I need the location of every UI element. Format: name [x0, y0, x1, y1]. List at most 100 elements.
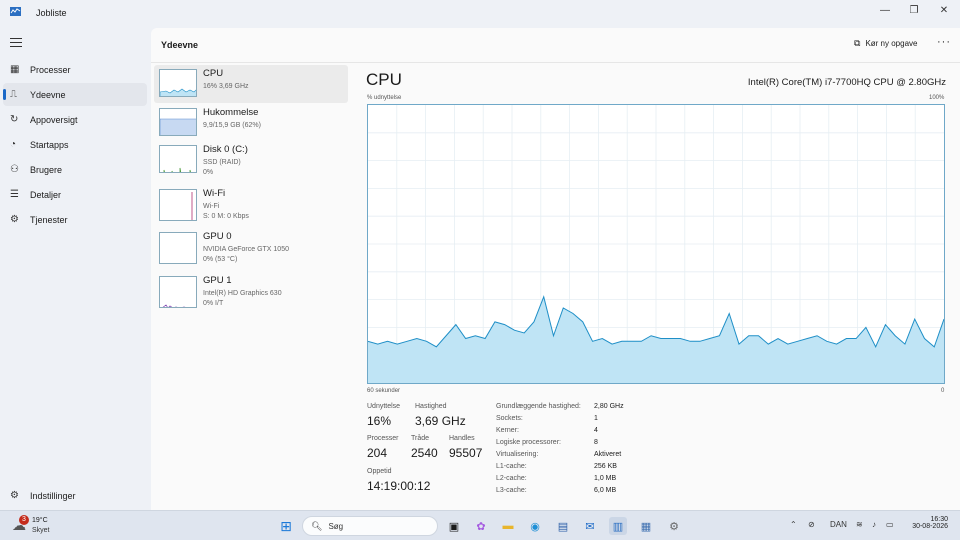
- y-axis-max-label: 100%: [929, 95, 945, 101]
- device-item-gpu1[interactable]: GPU 1 Intel(R) HD Graphics 630 0% I/T: [154, 272, 348, 310]
- spec-value: 256 KB: [594, 463, 617, 470]
- x-axis-right-label: 0: [941, 388, 945, 394]
- task-manager-taskbar-icon[interactable]: ▥: [609, 517, 627, 535]
- file-explorer-icon[interactable]: ▬: [499, 517, 517, 535]
- spec-key: Kerner:: [496, 427, 519, 434]
- sidebar-item-settings[interactable]: ⚙ Indstillinger: [3, 484, 147, 507]
- speed-value: 3,69 GHz: [415, 414, 466, 428]
- device-item-memory[interactable]: Hukommelse 9,9/15,9 GB (62%): [154, 104, 348, 142]
- spec-value: 2,80 GHz: [594, 403, 624, 410]
- volume-icon[interactable]: ♪: [872, 520, 876, 529]
- run-task-icon: ⧉: [854, 38, 861, 48]
- disk-thumbnail-graph: [159, 145, 197, 173]
- memory-thumbnail-graph: [159, 108, 197, 136]
- cpu-graph-svg: [367, 105, 945, 383]
- wifi-thumbnail-graph: [159, 189, 197, 221]
- uptime-label: Oppetid: [367, 468, 392, 475]
- keyboard-language[interactable]: DAN: [830, 520, 847, 529]
- processes-icon: ▦: [10, 64, 20, 75]
- handles-value: 95507: [449, 446, 483, 460]
- performance-icon: ⎍: [10, 89, 17, 100]
- gear-icon: ⚙: [10, 490, 19, 501]
- spec-key: L1-cache:: [496, 463, 527, 470]
- sidebar-item-performance[interactable]: ⎍ Ydeevne: [3, 83, 147, 106]
- sidebar-item-services[interactable]: ⚙ Tjenester: [3, 208, 147, 231]
- spec-key: Grundlæggende hastighed:: [496, 403, 581, 410]
- minimize-button[interactable]: —: [874, 4, 896, 16]
- threads-value: 2540: [411, 446, 438, 460]
- start-button-windows-icon[interactable]: ⊞: [277, 517, 295, 535]
- utilization-value: 16%: [367, 414, 392, 428]
- notifications-off-icon[interactable]: ⊘: [808, 520, 815, 529]
- outlook-icon[interactable]: ✉: [581, 517, 599, 535]
- spec-key: Sockets:: [496, 415, 523, 422]
- cpu-thumbnail-graph: [159, 69, 197, 97]
- taskbar-search-box[interactable]: 🔍︎ Søg: [302, 516, 438, 536]
- copilot-icon[interactable]: ✿: [472, 517, 490, 535]
- spec-value: 1: [594, 415, 598, 422]
- x-axis-left-label: 60 sekunder: [367, 388, 401, 394]
- chevron-up-icon[interactable]: ⌃: [790, 520, 797, 529]
- device-item-disk[interactable]: Disk 0 (C:) SSD (RAID) 0%: [154, 141, 348, 179]
- more-options-button[interactable]: ···: [937, 36, 951, 48]
- title-bar: Jobliste — ❐ ✕: [0, 0, 960, 28]
- startup-icon: ◔: [10, 139, 17, 150]
- spec-key: Virtualisering:: [496, 451, 539, 458]
- sidebar-item-app-history[interactable]: ↻ Appoversigt: [3, 108, 147, 131]
- task-view-icon[interactable]: ▣: [445, 517, 463, 535]
- y-axis-label: % udnyttelse: [367, 95, 402, 101]
- gpu1-thumbnail-graph: [159, 276, 197, 308]
- sidebar-item-processes[interactable]: ▦ Processer: [3, 58, 147, 81]
- header-divider: [151, 62, 960, 63]
- window-title: Jobliste: [36, 8, 67, 18]
- weather-temperature[interactable]: 19°C: [32, 517, 48, 524]
- weather-description[interactable]: Skyet: [32, 527, 50, 534]
- device-item-cpu[interactable]: CPU 16% 3,69 GHz: [154, 65, 348, 103]
- sidebar-item-details[interactable]: ☰ Detaljer: [3, 183, 147, 206]
- taskbar: ☁ 3 19°C Skyet ⊞ 🔍︎ Søg ▣ ✿ ▬ ◉ ▤ ✉ ▥ ▦ …: [0, 510, 960, 540]
- threads-label: Tråde: [411, 435, 430, 442]
- edge-browser-icon[interactable]: ◉: [526, 517, 544, 535]
- cpu-model-name: Intel(R) Core(TM) i7-7700HQ CPU @ 2.80GH…: [747, 77, 946, 88]
- spec-value: 1,0 MB: [594, 475, 617, 482]
- utilization-label: Udnyttelse: [367, 403, 401, 410]
- gpu0-thumbnail-graph: [159, 232, 197, 264]
- speed-label: Hastighed: [415, 403, 447, 410]
- spec-key: L3-cache:: [496, 487, 527, 494]
- spec-value: 4: [594, 427, 598, 434]
- sidebar-item-startup[interactable]: ◔ Startapps: [3, 133, 147, 156]
- maximize-button[interactable]: ❐: [903, 4, 925, 16]
- taskbar-clock[interactable]: 16:30 30-08-2026: [906, 516, 948, 530]
- page-title: Ydeevne: [161, 40, 199, 50]
- spec-key: L2-cache:: [496, 475, 527, 482]
- spec-value: 6,0 MB: [594, 487, 617, 494]
- main-panel: Ydeevne ⧉ Kør ny opgave ··· CPU 16% 3,69…: [151, 28, 960, 510]
- cpu-utilization-graph: [367, 104, 945, 384]
- close-button[interactable]: ✕: [933, 4, 955, 16]
- notification-badge: 3: [19, 515, 29, 525]
- task-manager-logo-icon: [10, 7, 21, 16]
- sidebar: ▦ Processer ⎍ Ydeevne ↻ Appoversigt ◔ St…: [0, 28, 151, 510]
- battery-icon[interactable]: ▭: [886, 520, 894, 529]
- hamburger-menu-icon[interactable]: [10, 38, 22, 48]
- remote-desktop-icon[interactable]: ▦: [637, 517, 655, 535]
- spec-value: Aktiveret: [594, 451, 622, 458]
- search-icon: 🔍︎: [311, 520, 323, 531]
- processes-label: Processer: [367, 435, 399, 442]
- device-item-gpu0[interactable]: GPU 0 NVIDIA GeForce GTX 1050 0% (53 °C): [154, 228, 348, 266]
- wifi-icon[interactable]: ≋: [856, 520, 863, 529]
- run-new-task-button[interactable]: ⧉ Kør ny opgave: [854, 38, 917, 49]
- spec-value: 8: [594, 439, 598, 446]
- app-history-icon: ↻: [10, 114, 19, 125]
- processes-value: 204: [367, 446, 388, 460]
- uptime-value: 14:19:00:12: [367, 479, 431, 493]
- spec-key: Logiske processorer:: [496, 439, 561, 446]
- services-icon: ⚙: [10, 214, 19, 225]
- settings-gear-icon[interactable]: ⚙: [665, 517, 683, 535]
- microsoft-store-icon[interactable]: ▤: [554, 517, 572, 535]
- device-item-wifi[interactable]: Wi-Fi Wi-Fi S: 0 M: 0 Kbps: [154, 185, 348, 223]
- details-icon: ☰: [10, 189, 19, 200]
- handles-label: Handles: [449, 435, 475, 442]
- sidebar-item-users[interactable]: ⚇ Brugere: [3, 158, 147, 181]
- users-icon: ⚇: [10, 164, 19, 175]
